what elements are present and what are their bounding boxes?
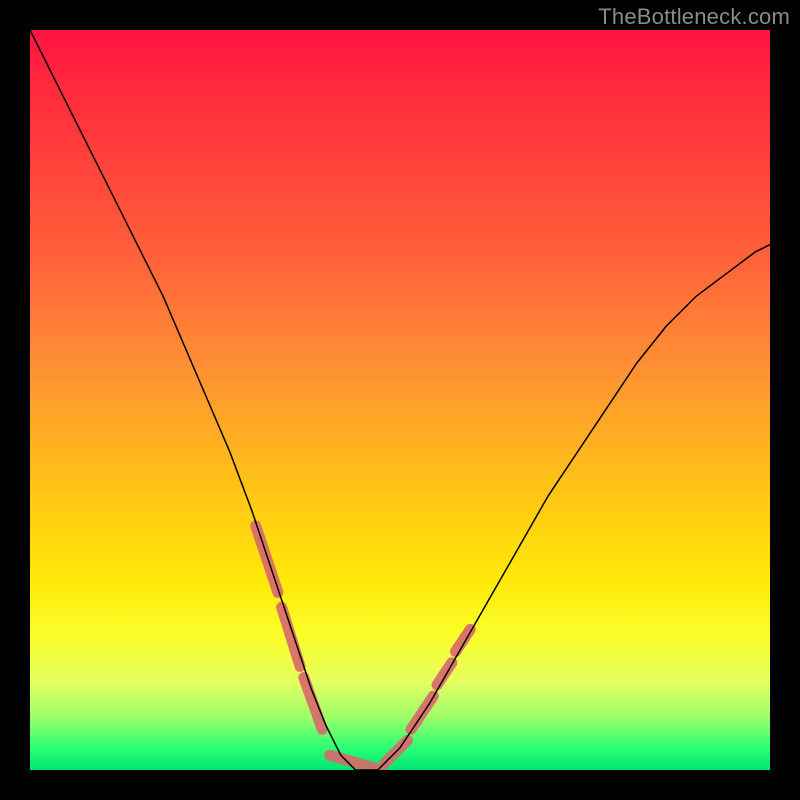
highlight-segment [411,696,433,729]
highlight-segment [282,607,301,666]
curve-svg [30,30,770,770]
highlight-segment [456,629,471,651]
highlight-segment [437,663,452,685]
plot-area [30,30,770,770]
highlight-segment [256,526,278,593]
watermark-text: TheBottleneck.com [598,4,790,30]
highlight-group [256,526,471,770]
highlight-segment [330,755,382,770]
bottleneck-curve [30,30,770,770]
highlight-segment [304,678,323,730]
chart-frame: TheBottleneck.com [0,0,800,800]
